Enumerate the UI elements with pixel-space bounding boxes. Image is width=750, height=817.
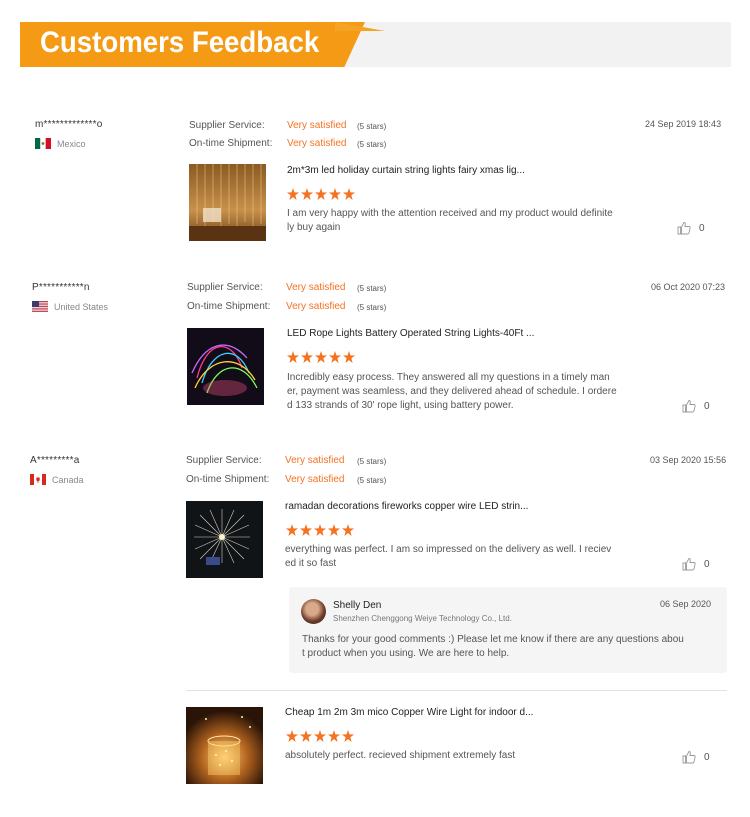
review-text: Incredibly easy process. They answered a… [287,371,639,413]
star-icon [301,188,313,200]
review-text: I am very happy with the attention recei… [287,207,639,235]
thumbs-up-icon [682,400,696,413]
product-image[interactable] [189,164,266,241]
star-icon [328,524,340,536]
shipment-stars: (5 stars) [357,476,387,485]
ontime-shipment-label: On-time Shipment: [187,301,271,312]
product-title-link[interactable]: ramadan decorations fireworks copper wir… [285,501,528,512]
product-title-link[interactable]: Cheap 1m 2m 3m mico Copper Wire Light fo… [285,707,533,718]
like-count: 0 [704,558,710,570]
mexico-flag-icon [35,138,51,149]
review-date: 06 Oct 2020 07:23 [651,282,726,292]
reviewer-country: United States [32,301,108,312]
review-text-line: ed it so fast [285,558,337,569]
like-button[interactable]: 0 [682,750,710,764]
reviewer-name: m*************o [35,119,103,130]
reviewer-country: Mexico [35,138,86,149]
review-date: 03 Sep 2020 15:56 [650,455,727,465]
like-count: 0 [704,751,710,763]
review-text-line: Incredibly easy process. They answered a… [287,372,610,383]
star-icon [300,524,312,536]
reviewer-name: A*********a [30,455,80,466]
star-icon [286,730,298,742]
reply-text: Thanks for your good comments :) Please … [302,633,714,661]
star-icon [301,351,313,363]
rating-stars [287,188,355,200]
thumbs-up-icon [677,222,691,235]
country-name: Mexico [57,138,86,149]
shipment-rating: Very satisfied [286,301,346,312]
rating-stars [287,351,355,363]
reviewer-country: Canada [30,474,84,485]
supplier-service-label: Supplier Service: [187,282,263,293]
supplier-reply: Shelly Den Shenzhen Chenggong Weiye Tech… [289,587,727,673]
avatar [301,599,326,624]
page-title: Customers Feedback [40,26,320,59]
star-icon [342,524,354,536]
product-title-link[interactable]: 2m*3m led holiday curtain string lights … [287,165,525,176]
shipment-stars: (5 stars) [357,140,387,149]
review-date: 24 Sep 2019 18:43 [645,119,722,129]
reply-text-line: Thanks for your good comments :) Please … [302,634,684,645]
supplier-service-label: Supplier Service: [189,120,265,131]
ontime-shipment-label: On-time Shipment: [189,138,273,149]
product-image[interactable] [186,707,263,784]
like-count: 0 [704,400,710,412]
shipment-rating: Very satisfied [285,474,345,485]
like-button[interactable]: 0 [682,557,710,571]
supplier-stars: (5 stars) [357,122,387,131]
header-banner: Customers Feedback [20,22,731,67]
star-icon [328,730,340,742]
star-icon [287,351,299,363]
star-icon [342,730,354,742]
rating-stars [286,730,354,742]
shipment-stars: (5 stars) [357,303,387,312]
star-icon [314,524,326,536]
product-image[interactable] [187,328,264,405]
like-count: 0 [699,222,705,234]
review-text: everything was perfect. I am so impresse… [285,543,637,571]
like-button[interactable]: 0 [682,399,710,413]
usa-flag-icon [32,301,48,312]
review-text: absolutely perfect. recieved shipment ex… [285,750,516,761]
product-title-link[interactable]: LED Rope Lights Battery Operated String … [287,328,534,339]
like-button[interactable]: 0 [677,221,705,235]
star-icon [315,188,327,200]
canada-flag-icon [30,474,46,485]
reply-date: 06 Sep 2020 [659,599,711,609]
star-icon [286,524,298,536]
supplier-service-label: Supplier Service: [186,455,262,466]
review-text-line: ly buy again [287,222,341,233]
supplier-stars: (5 stars) [357,457,387,466]
country-name: United States [54,301,109,312]
supplier-rating: Very satisfied [286,282,346,293]
review-text-line: I am very happy with the attention recei… [287,208,613,219]
supplier-rating: Very satisfied [285,455,345,466]
reply-company: Shenzhen Chenggong Weiye Technology Co.,… [333,614,512,623]
product-image[interactable] [186,501,263,578]
star-icon [300,730,312,742]
reviewer-name: P***********n [32,282,90,293]
thumbs-up-icon [682,558,696,571]
star-icon [329,351,341,363]
star-icon [343,188,355,200]
star-icon [329,188,341,200]
star-icon [287,188,299,200]
shipment-rating: Very satisfied [287,138,347,149]
ontime-shipment-label: On-time Shipment: [186,474,270,485]
review-text-line: everything was perfect. I am so impresse… [285,544,612,555]
reply-text-line: t product when you using. We are here to… [302,648,510,659]
rating-stars [286,524,354,536]
supplier-stars: (5 stars) [357,284,387,293]
star-icon [343,351,355,363]
country-name: Canada [52,474,84,485]
divider [186,690,727,691]
reply-author: Shelly Den [333,600,382,611]
review-text-line: d 133 strands of 30' rope light, using b… [287,400,514,411]
review-text-line: er, payment was seamless, and they deliv… [287,386,617,397]
thumbs-up-icon [682,751,696,764]
star-icon [315,351,327,363]
supplier-rating: Very satisfied [287,120,347,131]
star-icon [314,730,326,742]
